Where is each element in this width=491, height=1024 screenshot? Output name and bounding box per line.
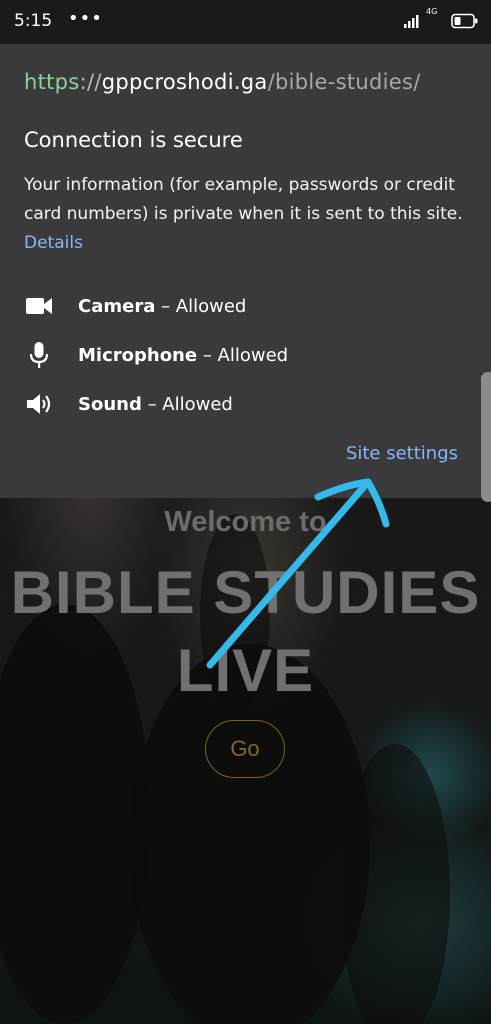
screen: 5:15 ••• 4G Welcome to BIBLE STUDIES LIV… [0,0,491,1024]
signal-icon [404,12,422,32]
permission-name: Microphone [78,344,198,366]
speaker-icon [24,389,54,419]
connection-status-heading: Connection is secure [24,128,243,152]
permission-row-camera[interactable]: Camera – Allowed [24,290,246,322]
url-separator: :// [79,70,102,94]
site-url: https://gppcroshodi.ga/bible-studies/ [24,70,421,94]
status-bar: 5:15 ••• 4G [0,0,491,44]
url-path: /bible-studies/ [267,70,421,94]
hero-title-line2: LIVE [176,637,315,704]
crowd-silhouette [340,744,450,1024]
permission-row-sound[interactable]: Sound – Allowed [24,388,233,420]
go-button[interactable]: Go [205,720,285,778]
permission-name: Camera [78,295,156,317]
hero-welcome-text: Welcome to [164,506,327,538]
notification-dots: ••• [68,8,103,29]
battery-icon [451,13,479,33]
details-link[interactable]: Details [24,233,83,253]
microphone-icon [24,340,54,370]
status-time: 5:15 [14,11,53,31]
edge-panel-handle[interactable] [481,372,491,502]
site-info-panel: https://gppcroshodi.ga/bible-studies/ Co… [0,44,491,498]
url-scheme: https [24,70,80,94]
connection-description: Your information (for example, passwords… [24,171,474,258]
site-settings-link[interactable]: Site settings [346,443,458,464]
permission-status: – Allowed [147,393,233,415]
connection-description-text: Your information (for example, passwords… [24,175,463,224]
hero-title: BIBLE STUDIES LIVE [0,554,491,710]
hero-title-line1: BIBLE STUDIES [10,559,481,626]
camera-icon [24,291,54,321]
permission-status: – Allowed [202,344,289,366]
permission-row-microphone[interactable]: Microphone – Allowed [24,339,288,371]
url-host: gppcroshodi.ga [101,70,268,94]
network-type-badge: 4G [426,7,438,16]
permission-name: Sound [78,393,142,415]
permission-status: – Allowed [161,295,247,317]
